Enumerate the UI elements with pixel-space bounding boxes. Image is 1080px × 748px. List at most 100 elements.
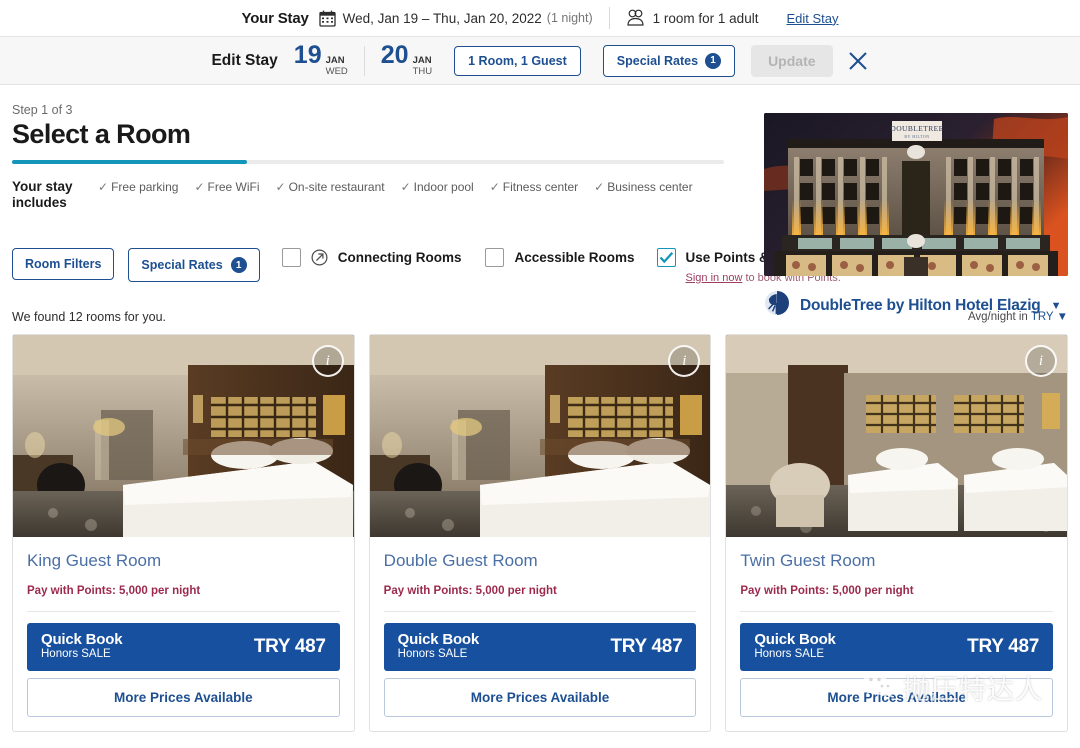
quick-book-title: Quick Book	[754, 631, 836, 649]
connecting-rooms-label: Connecting Rooms	[337, 250, 462, 266]
rooms-guests-button[interactable]: 1 Room, 1 Guest	[454, 45, 581, 76]
amenity-item: ✓ Business center	[594, 180, 692, 194]
hotel-name-row[interactable]: DoubleTree by Hilton Hotel Elazig ▼	[764, 290, 1068, 321]
room-card[interactable]: i Double Guest Room Pay with Points: 5,0…	[368, 334, 712, 733]
calendar-icon	[318, 10, 336, 27]
more-prices-button[interactable]: More Prices Available	[740, 678, 1054, 718]
room-name[interactable]: King Guest Room	[27, 551, 340, 571]
room-card-body: Twin Guest Room Pay with Points: 5,000 p…	[726, 537, 1067, 611]
special-rates-button[interactable]: Special Rates 1	[128, 248, 260, 283]
quick-book-labels: Quick Book Honors SALE	[41, 631, 123, 662]
progress-bar-fill	[12, 160, 247, 164]
connecting-rooms-checkbox[interactable]	[281, 248, 301, 268]
check-icon: ✓	[275, 180, 286, 194]
quick-book-title: Quick Book	[397, 631, 480, 649]
use-points-checkbox[interactable]	[656, 248, 676, 268]
more-prices-button[interactable]: More Prices Available	[27, 678, 340, 718]
connecting-rooms-filter[interactable]: Connecting Rooms	[281, 248, 462, 268]
room-price: TRY 487	[967, 635, 1040, 657]
hotel-exterior-photo[interactable]: DOUBLETREE BY HILTON	[764, 113, 1068, 276]
room-card-body: Double Guest Room Pay with Points: 5,000…	[370, 537, 711, 611]
amenity-label: Indoor pool	[413, 180, 474, 194]
checkin-day: 19	[293, 41, 322, 70]
divider	[383, 611, 697, 613]
quick-book-button[interactable]: Quick Book Honors SALE TRY 487	[27, 623, 340, 672]
special-rates-label: Special Rates	[141, 258, 223, 273]
special-rates-label: Special Rates	[616, 53, 699, 68]
room-filters-button[interactable]: Room Filters	[12, 248, 115, 281]
amenity-label: Free WiFi	[207, 180, 260, 194]
check-icon: ✓	[400, 180, 411, 194]
occupancy-text: 1 room for 1 adult	[652, 10, 759, 26]
amenity-item: ✓ Indoor pool	[401, 180, 474, 194]
info-icon[interactable]: i	[311, 345, 344, 378]
your-stay-bar: Your Stay Wed, Jan 19 – Thu, Jan 20, 202…	[0, 0, 1080, 37]
divider	[608, 7, 610, 29]
checkout-weekday: THU	[412, 66, 433, 77]
edit-stay-link[interactable]: Edit Stay	[786, 11, 838, 26]
progress-bar	[12, 160, 724, 164]
special-rates-badge: 1	[705, 52, 722, 69]
room-price: TRY 487	[253, 635, 326, 657]
amenities-list: ✓ Free parking ✓ Free WiFi ✓ On-site restau…	[98, 179, 693, 194]
divider	[740, 611, 1054, 613]
room-card[interactable]: i Twin Guest Room Pay with Points: 5,000…	[725, 334, 1069, 733]
svg-text:BY HILTON: BY HILTON	[904, 134, 929, 139]
special-rates-badge: 1	[230, 257, 247, 274]
check-icon: ✓	[194, 180, 205, 194]
checkin-weekday: WED	[325, 66, 348, 77]
accessible-rooms-label: Accessible Rooms	[514, 250, 635, 266]
stay-includes-label: Your stay includes	[12, 179, 73, 210]
info-icon[interactable]: i	[1025, 345, 1058, 378]
results-count: We found 12 rooms for you.	[12, 310, 167, 325]
chevron-down-icon[interactable]: ▼	[1051, 300, 1062, 312]
room-filters-label: Room Filters	[25, 257, 102, 272]
room-card-body: King Guest Room Pay with Points: 5,000 p…	[13, 537, 354, 611]
divider	[363, 45, 365, 76]
room-points: Pay with Points: 5,000 per night	[383, 585, 557, 598]
sign-in-link[interactable]: Sign in now	[686, 272, 743, 284]
check-icon: ✓	[594, 180, 605, 194]
rate-name: Honors SALE	[41, 648, 111, 661]
quick-book-labels: Quick Book Honors SALE	[754, 631, 836, 662]
your-stay-label: Your Stay	[241, 9, 309, 27]
check-icon: ✓	[98, 180, 109, 194]
rooms-guests-label: 1 Room, 1 Guest	[468, 53, 567, 68]
room-photo-twin[interactable]: i	[726, 335, 1068, 538]
doubletree-tree-icon	[764, 290, 790, 321]
close-icon[interactable]	[847, 50, 869, 72]
checkout-monthday: JAN THU	[412, 55, 433, 78]
amenity-label: Fitness center	[502, 180, 579, 194]
hotel-panel: DOUBLETREE BY HILTON DoubleTree by Hilto…	[764, 113, 1068, 321]
hotel-name[interactable]: DoubleTree by Hilton Hotel Elazig	[800, 297, 1041, 315]
edit-stay-title: Edit Stay	[211, 51, 278, 69]
accessible-rooms-checkbox[interactable]	[485, 248, 505, 268]
accessible-rooms-filter[interactable]: Accessible Rooms	[485, 248, 635, 268]
room-points: Pay with Points: 5,000 per night	[740, 585, 914, 598]
quick-book-button[interactable]: Quick Book Honors SALE TRY 487	[740, 623, 1054, 672]
check-icon: ✓	[489, 180, 500, 194]
room-points: Pay with Points: 5,000 per night	[27, 585, 201, 598]
quick-book-labels: Quick Book Honors SALE	[397, 631, 480, 662]
room-photo-double[interactable]: i	[369, 335, 711, 538]
guests-icon	[626, 9, 646, 27]
quick-book-button[interactable]: Quick Book Honors SALE TRY 487	[383, 623, 697, 672]
more-prices-button[interactable]: More Prices Available	[383, 678, 697, 718]
checkout-day: 20	[380, 41, 409, 70]
room-photo-king[interactable]: i	[13, 335, 354, 538]
room-name[interactable]: Twin Guest Room	[740, 551, 1053, 571]
checkout-date[interactable]: 20 JAN THU	[381, 43, 432, 78]
room-price: TRY 487	[610, 635, 683, 657]
connecting-rooms-icon	[311, 249, 328, 266]
special-rates-button-topbar[interactable]: Special Rates 1	[602, 44, 736, 77]
update-button[interactable]: Update	[751, 44, 833, 77]
amenity-item: ✓ On-site restaurant	[276, 180, 385, 194]
divider	[27, 611, 340, 613]
amenity-item: ✓ Free parking	[98, 180, 178, 194]
checkin-date[interactable]: 19 JAN WED	[294, 43, 348, 78]
room-name[interactable]: Double Guest Room	[384, 551, 697, 571]
stay-nights: (1 night)	[546, 11, 593, 25]
room-cards: i King Guest Room Pay with Points: 5,000…	[12, 334, 1069, 733]
room-card[interactable]: i King Guest Room Pay with Points: 5,000…	[12, 334, 355, 733]
amenity-label: On-site restaurant	[288, 180, 385, 194]
